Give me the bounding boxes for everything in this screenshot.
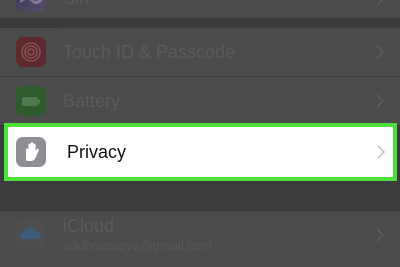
settings-row-siri[interactable]: Siri <box>0 0 400 18</box>
fingerprint-icon <box>16 37 46 67</box>
settings-row-sublabel: wikihowsteve@gmail.com <box>63 238 213 253</box>
hand-icon <box>16 137 46 167</box>
cloud-icon <box>16 219 46 249</box>
chevron-right-icon <box>376 94 384 108</box>
settings-row-label: Siri <box>63 0 89 9</box>
settings-row-privacy[interactable]: Privacy <box>4 123 397 181</box>
settings-row-label: Battery <box>63 91 121 111</box>
settings-row-label: iCloud <box>63 216 115 236</box>
chevron-right-icon <box>376 0 384 6</box>
chevron-right-icon <box>376 45 384 59</box>
siri-icon <box>16 0 46 12</box>
battery-icon <box>16 86 46 116</box>
settings-row-touch-id[interactable]: Touch ID & Passcode <box>0 28 400 76</box>
chevron-right-icon <box>377 145 385 159</box>
chevron-right-icon <box>376 228 384 242</box>
settings-row-battery[interactable]: Battery <box>0 77 400 125</box>
settings-row-label: Privacy <box>67 142 127 162</box>
settings-row-icloud[interactable]: iCloud wikihowsteve@gmail.com <box>0 211 400 267</box>
settings-row-label: Touch ID & Passcode <box>63 42 236 62</box>
